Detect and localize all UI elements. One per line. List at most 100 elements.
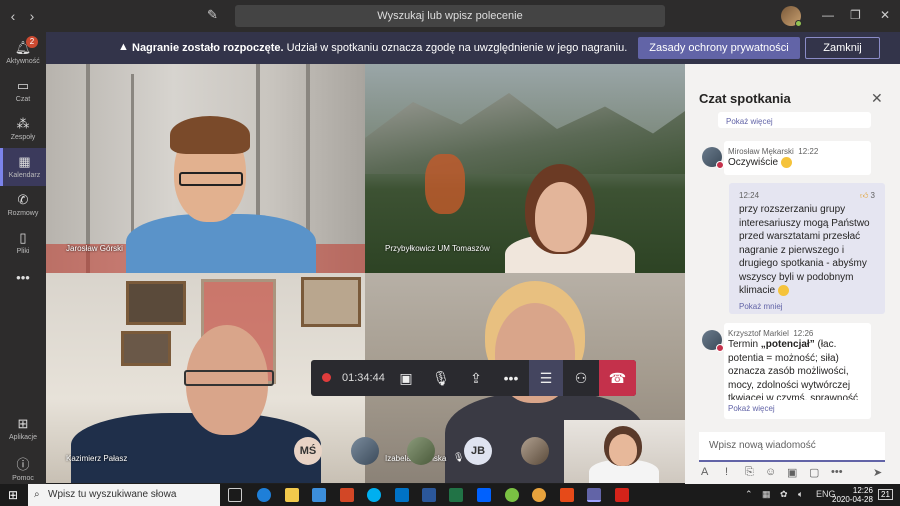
chrome-icon[interactable] bbox=[532, 488, 546, 502]
office-icon[interactable] bbox=[560, 488, 574, 502]
avatar[interactable]: JB bbox=[464, 437, 492, 465]
powerpoint-icon[interactable] bbox=[340, 488, 354, 502]
sticker-icon[interactable]: ▢ bbox=[809, 466, 819, 479]
camera-toggle-icon[interactable]: ▣ bbox=[389, 360, 423, 396]
more-actions-icon[interactable]: ••• bbox=[494, 360, 528, 396]
call-timer: 01:34:44 bbox=[342, 372, 385, 384]
smile-emoji-icon bbox=[777, 284, 789, 296]
emoji-icon[interactable]: ☺ bbox=[765, 466, 776, 478]
show-chat-icon[interactable]: ☰ bbox=[529, 360, 563, 396]
taskbar-search-input[interactable]: ⌕ Wpisz tu wyszukiwane słowa bbox=[28, 484, 220, 506]
outlook-icon[interactable] bbox=[395, 488, 409, 502]
clock-time: 12:26 bbox=[852, 486, 873, 495]
calendar-icon: ▦ bbox=[18, 154, 31, 169]
system-clock[interactable]: 12:26 2020-04-28 bbox=[832, 486, 873, 504]
volume-icon[interactable]: 🔈︎ bbox=[798, 489, 803, 500]
participant-name: Kazimierz Pałasz bbox=[66, 454, 128, 463]
file-explorer-icon[interactable] bbox=[285, 488, 299, 502]
store-icon[interactable] bbox=[312, 488, 326, 502]
avatar[interactable] bbox=[351, 437, 379, 465]
rail-item-chat[interactable]: ▭ Czat bbox=[0, 72, 46, 110]
hang-up-button[interactable]: ☎ bbox=[599, 360, 636, 396]
rail-item-calls[interactable]: ✆ Rozmowy bbox=[0, 186, 46, 224]
chat-input[interactable]: Wpisz nową wiadomość bbox=[699, 432, 885, 462]
user-avatar[interactable] bbox=[781, 6, 802, 27]
word-icon[interactable] bbox=[422, 488, 436, 502]
acrobat-icon[interactable] bbox=[615, 488, 629, 502]
forward-arrow-icon[interactable]: › bbox=[21, 8, 43, 24]
message-text: Oczywiście bbox=[728, 157, 779, 168]
more-options-icon[interactable]: ••• bbox=[831, 466, 843, 478]
bell-icon: 🔔︎ bbox=[14, 40, 32, 55]
minimize-icon[interactable]: — bbox=[822, 8, 834, 22]
skype-icon[interactable] bbox=[367, 488, 381, 502]
recording-banner: ▲ Nagranie zostało rozpoczęte. Udział w … bbox=[46, 32, 900, 64]
gif-icon[interactable]: ▣ bbox=[787, 466, 797, 479]
rail-item-help[interactable]: ⓘ Pomoc bbox=[0, 448, 46, 486]
rail-item-more[interactable]: ••• bbox=[0, 264, 46, 302]
title-bar: ‹ › ✎ Wyszukaj lub wpisz polecenie — ❐ ✕ bbox=[0, 0, 900, 32]
rail-label-calls: Rozmowy bbox=[7, 210, 39, 217]
message-author: Mirosław Mękarski bbox=[728, 147, 794, 156]
message-text: przy rozszerzaniu grupy interesariuszy m… bbox=[739, 204, 870, 296]
rail-item-apps[interactable]: ⊞ Aplikacje bbox=[0, 410, 46, 448]
teams-icon: ⁂ bbox=[16, 116, 30, 131]
like-reaction[interactable]: 👍︎ 3 bbox=[860, 191, 875, 201]
chat-message: Krzysztof Markiel 12:26 Termin „potencja… bbox=[724, 323, 871, 419]
chat-icon: ▭ bbox=[16, 78, 30, 93]
important-icon[interactable]: ! bbox=[725, 466, 728, 478]
avatar[interactable] bbox=[407, 437, 435, 465]
maximize-icon[interactable]: ❐ bbox=[850, 8, 861, 22]
compose-icon[interactable]: ✎ bbox=[207, 7, 218, 23]
send-icon[interactable]: ➤ bbox=[873, 466, 882, 479]
microphone-toggle-icon[interactable]: 🎙︎ bbox=[424, 360, 458, 396]
avatar[interactable]: MŚ bbox=[294, 437, 322, 465]
teams-taskbar-icon[interactable] bbox=[587, 488, 601, 502]
windows-start-icon[interactable]: ⊞ bbox=[8, 488, 18, 502]
meeting-chat-panel: Czat spotkania ✕ Pokaż więcej Mirosław M… bbox=[685, 64, 900, 484]
presence-available-icon bbox=[795, 20, 802, 27]
rail-label-help: Pomoc bbox=[12, 475, 34, 482]
privacy-policy-button[interactable]: Zasady ochrony prywatności bbox=[638, 37, 800, 59]
excel-icon[interactable] bbox=[449, 488, 463, 502]
tray-chevron-icon[interactable]: ⌃ bbox=[745, 489, 753, 500]
app-icon[interactable] bbox=[505, 488, 519, 502]
command-search-input[interactable]: Wyszukaj lub wpisz polecenie bbox=[235, 5, 665, 27]
format-icon[interactable]: A bbox=[701, 466, 708, 478]
video-tile[interactable]: Jarosław Górski bbox=[46, 64, 365, 273]
participants-icon[interactable]: ⚇ bbox=[564, 360, 598, 396]
edge-icon[interactable] bbox=[257, 488, 271, 502]
task-view-icon[interactable] bbox=[228, 488, 242, 502]
rail-item-activity[interactable]: 🔔︎ 2 Aktywność bbox=[0, 34, 46, 72]
show-more-link[interactable]: Pokaż więcej bbox=[728, 404, 867, 413]
message-time: 12:26 bbox=[793, 329, 814, 338]
app-tray-icon[interactable]: ✿ bbox=[780, 489, 788, 500]
self-view-video[interactable] bbox=[564, 420, 685, 483]
apps-icon: ⊞ bbox=[17, 416, 29, 431]
attach-icon[interactable]: ⎘ bbox=[745, 466, 754, 479]
close-window-icon[interactable]: ✕ bbox=[880, 8, 890, 22]
video-tile[interactable]: Przybyłkowicz UM Tomaszów bbox=[365, 64, 685, 273]
dropbox-icon[interactable] bbox=[477, 488, 491, 502]
share-screen-icon[interactable]: ⇪ bbox=[459, 360, 493, 396]
rail-item-files[interactable]: ▯ Pliki bbox=[0, 224, 46, 262]
files-icon: ▯ bbox=[19, 230, 27, 245]
network-icon[interactable]: ▦ bbox=[762, 489, 771, 500]
taskbar-search-placeholder: Wpisz tu wyszukiwane słowa bbox=[48, 489, 177, 500]
avatar bbox=[702, 330, 724, 352]
close-banner-button[interactable]: Zamknij bbox=[805, 37, 880, 59]
close-chat-icon[interactable]: ✕ bbox=[871, 90, 883, 107]
participant-name: Jarosław Górski bbox=[66, 244, 123, 253]
rail-label-apps: Aplikacje bbox=[8, 434, 37, 441]
avatar[interactable] bbox=[521, 437, 549, 465]
banner-bold-text: Nagranie zostało rozpoczęte. bbox=[132, 42, 284, 54]
show-more-link[interactable]: Pokaż więcej bbox=[726, 117, 773, 126]
rail-label-files: Pliki bbox=[16, 248, 30, 255]
banner-body-text: Udział w spotkaniu oznacza zgodę na uwzg… bbox=[286, 42, 628, 54]
show-less-link[interactable]: Pokaż mniej bbox=[739, 302, 875, 311]
avatar bbox=[702, 147, 724, 169]
rail-item-calendar[interactable]: ▦ Kalendarz bbox=[0, 148, 46, 186]
notification-center-icon[interactable]: 21 bbox=[878, 489, 893, 500]
search-icon: ⌕ bbox=[34, 489, 40, 500]
rail-item-teams[interactable]: ⁂ Zespoły bbox=[0, 110, 46, 148]
